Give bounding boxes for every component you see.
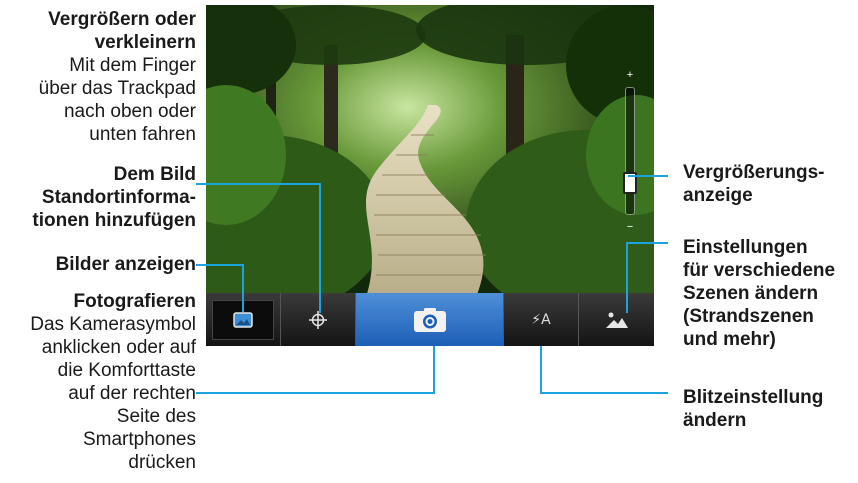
zoom-track	[625, 87, 635, 215]
scene-modes-label-line3: Szenen ändern	[683, 283, 819, 304]
zoom-indicator-label: Vergrößerungs- anzeige	[683, 161, 853, 207]
scene-mountain-icon	[605, 312, 628, 328]
zoom-indicator[interactable]: + −	[620, 67, 640, 237]
take-picture-desc-5: Seite des	[116, 406, 196, 427]
scene-modes-label-line1: Einstellungen	[683, 237, 808, 258]
geotag-label-line3: tionen hinzufügen	[32, 210, 196, 231]
zoom-label-title-line1: Vergrößern oder	[48, 9, 196, 30]
zoom-indicator-label-line1: Vergrößerungs-	[683, 162, 825, 183]
zoom-label: Vergrößern oder verkleinern Mit dem Fing…	[8, 8, 196, 146]
geotag-label-line2: Standortinforma-	[41, 187, 196, 208]
zoom-thumb[interactable]	[623, 171, 637, 194]
take-picture-label-title: Fotografieren	[73, 291, 196, 312]
zoom-label-desc-4: unten fahren	[89, 124, 196, 145]
flash-label-line1: Blitzeinstellung	[683, 387, 824, 408]
picture-icon	[233, 311, 253, 328]
view-pictures-label-title: Bilder anzeigen	[55, 254, 196, 275]
geotag-label-line1: Dem Bild	[113, 164, 196, 185]
view-pictures-frame	[212, 299, 274, 340]
zoom-label-desc-1: Mit dem Finger	[69, 55, 196, 76]
scene-modes-label-line5: und mehr)	[683, 329, 776, 350]
zoom-label-desc-2: über das Trackpad	[38, 78, 196, 99]
scene-mode-button[interactable]	[579, 293, 654, 346]
geotag-button[interactable]	[281, 293, 356, 346]
view-pictures-label: Bilder anzeigen	[8, 253, 196, 276]
zoom-label-desc-3: nach oben oder	[63, 101, 196, 122]
view-pictures-button[interactable]	[206, 293, 281, 346]
flash-label: Blitzeinstellung ändern	[683, 386, 855, 432]
camera-screen: + − ⚡A	[206, 5, 654, 346]
zoom-label-title-line2: verkleinern	[94, 32, 196, 53]
camera-icon	[413, 307, 446, 332]
take-picture-label: Fotografieren Das Kamerasymbol anklicken…	[4, 290, 196, 474]
take-picture-desc-1: Das Kamerasymbol	[30, 314, 196, 335]
scene-modes-label-line4: (Strandszenen	[683, 306, 814, 327]
zoom-indicator-label-line2: anzeige	[683, 185, 753, 206]
scene-modes-label-line2: für verschiedene	[683, 260, 836, 281]
geotag-label: Dem Bild Standortinforma- tionen hinzufü…	[8, 163, 196, 232]
take-picture-desc-6: Smartphones	[82, 429, 196, 450]
flash-callout-line	[540, 346, 668, 394]
zoom-out-icon: −	[626, 221, 634, 233]
take-picture-callout-line	[196, 346, 435, 394]
zoom-in-icon: +	[626, 69, 634, 81]
take-picture-desc-4: auf der rechten	[68, 383, 196, 404]
take-picture-desc-3: die Komforttaste	[57, 360, 196, 381]
camera-viewfinder-image	[206, 5, 654, 297]
scene-modes-label: Einstellungen für verschiedene Szenen än…	[683, 236, 855, 351]
flash-button[interactable]: ⚡A	[504, 293, 579, 346]
take-picture-desc-2: anklicken oder auf	[41, 337, 196, 358]
camera-toolbar: ⚡A	[206, 293, 654, 346]
flash-label-line2: ändern	[683, 410, 747, 431]
capture-button[interactable]	[356, 293, 504, 346]
flash-auto-icon: ⚡A	[531, 311, 551, 328]
take-picture-desc-7: drücken	[128, 452, 196, 473]
crosshair-icon	[309, 310, 327, 329]
